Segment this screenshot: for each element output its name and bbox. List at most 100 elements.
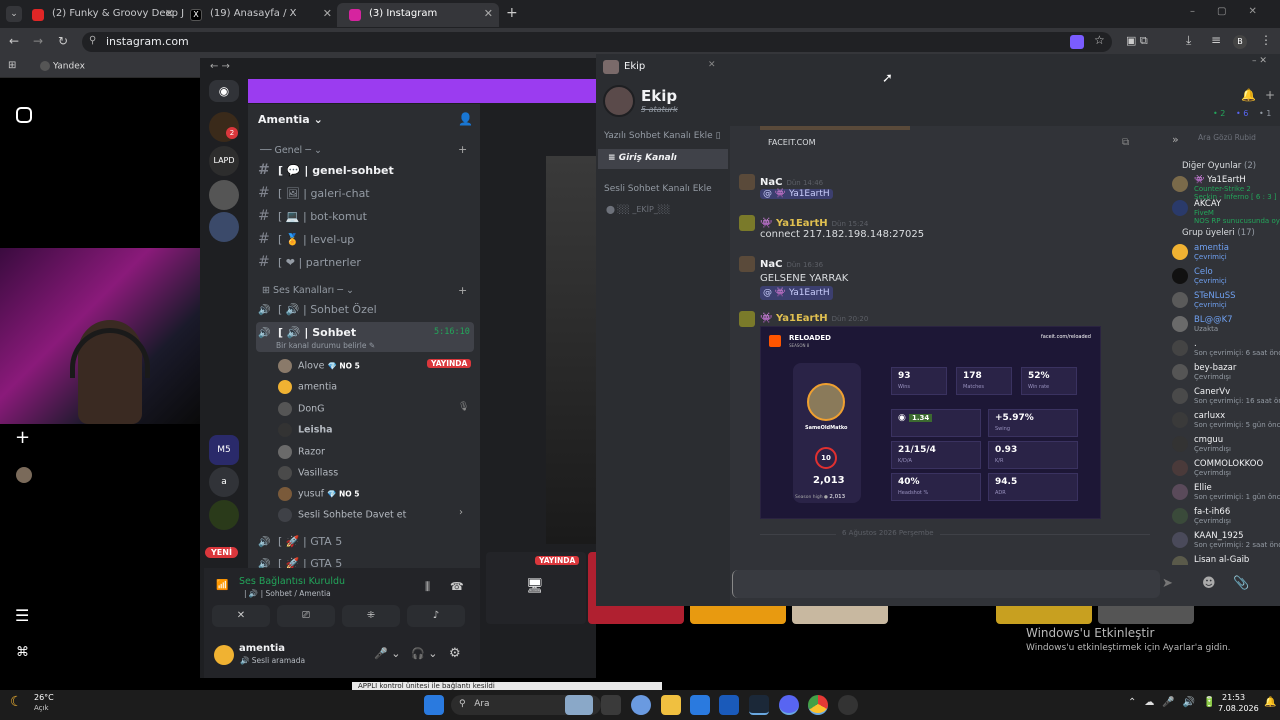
avatar[interactable] — [739, 174, 755, 190]
clock-date[interactable]: 7.08.2026 — [1218, 704, 1259, 713]
extension-icon[interactable] — [1070, 35, 1084, 49]
channel-level-up[interactable]: #[ 🏅 | level-up — [258, 231, 476, 251]
more-menu-icon[interactable]: ☰ — [15, 606, 29, 625]
member[interactable]: STeNLuSS Çevrimiçi — [1170, 291, 1280, 309]
server-m5[interactable]: M5 — [209, 435, 239, 465]
bell-icon[interactable]: 🔔 — [1241, 88, 1256, 102]
add-channel-icon[interactable]: + — [458, 143, 467, 156]
member[interactable]: Ellie Son çevrimiçi: 1 gün önce — [1170, 483, 1280, 501]
window-controls[interactable]: –▢✕ — [1190, 6, 1279, 17]
microphone-icon[interactable]: 🎤 ⌄ — [374, 647, 400, 660]
member[interactable]: amentia Çevrimiçi — [1170, 243, 1280, 261]
attach-icon[interactable]: 📎 — [1233, 576, 1249, 591]
avatar[interactable] — [739, 215, 755, 231]
channel-bot-komut[interactable]: #[ 💻 | bot-komut — [258, 208, 476, 228]
copy-icon[interactable]: ⧉ — [1122, 137, 1129, 148]
extensions-puzzle-icon[interactable]: ▣ ⧉ — [1126, 34, 1148, 48]
connection-status[interactable]: Ses Bağlantısı Kuruldu — [239, 576, 345, 587]
voice-channel-gta5[interactable]: 🔊[ 🚀 | GTA 5 — [258, 535, 476, 555]
bookmark-star-icon[interactable]: ☆ — [1094, 33, 1105, 47]
close-icon[interactable]: ✕ — [484, 7, 493, 20]
server-icon[interactable] — [209, 180, 239, 210]
weather-icon[interactable]: ☾ — [10, 694, 23, 710]
server-icon[interactable] — [209, 500, 239, 530]
chrome-icon[interactable] — [808, 695, 828, 715]
address-bar[interactable]: ⚲ instagram.com — [82, 32, 1112, 52]
add-voice-channel[interactable]: Sesli Sohbet Kanalı Ekle — [604, 184, 712, 194]
member-search-input[interactable]: Ara Gözü Rubid — [1198, 133, 1256, 142]
tab-instagram[interactable]: (3) Instagram ✕ — [337, 3, 499, 27]
category-voice[interactable]: ⊞ Ses Kanalları ─ ⌄ — [262, 285, 354, 296]
server-header[interactable]: Amentia ⌄ — [258, 113, 323, 126]
camera-off-button[interactable]: ✕ — [212, 605, 270, 627]
stream-preview[interactable] — [546, 156, 596, 544]
close-icon[interactable]: ✕ — [323, 7, 332, 20]
media-icon[interactable]: ≡ — [1211, 33, 1221, 47]
group-name[interactable]: Ekip — [641, 87, 677, 105]
send-icon[interactable]: ➤ — [1162, 576, 1173, 591]
create-plus-icon[interactable]: + — [15, 427, 30, 448]
member[interactable]: Celo Çevrimiçi — [1170, 267, 1280, 285]
user-avatar[interactable] — [214, 645, 234, 665]
new-tab-button[interactable]: + — [506, 5, 518, 21]
channel-giris-kanali[interactable]: ≡ Giriş Kanalı — [598, 149, 728, 169]
voice-user[interactable]: Leisha — [278, 423, 333, 437]
headphones-icon[interactable]: 🎧 ⌄ — [411, 647, 437, 660]
add-text-channel[interactable]: Yazılı Sohbet Kanalı Ekle ▯ — [604, 131, 721, 141]
message-author[interactable]: 👾 Ya1EartH — [760, 218, 828, 229]
search-highlight-icon[interactable] — [565, 695, 593, 715]
copilot-icon[interactable] — [631, 695, 651, 715]
channel-genel-sohbet[interactable]: #[ 💬 | genel-sohbet — [258, 162, 476, 182]
download-icon[interactable]: ⤓ — [1186, 33, 1191, 48]
voice-channel-sohbet-ozel[interactable]: 🔊[ 🔊 | Sohbet Özel — [258, 303, 476, 323]
member[interactable]: cmguu Çevrimdışı — [1170, 435, 1280, 453]
reload-icon[interactable]: ↻ — [58, 34, 68, 48]
start-windows-icon[interactable] — [424, 695, 444, 715]
faceit-stats-image[interactable]: RELOADED SEASON 8 faceit.com/reloaded Sa… — [760, 326, 1101, 519]
member[interactable]: bey-bazar Çevrimdışı — [1170, 363, 1280, 381]
close-icon[interactable]: ✕ — [708, 60, 716, 70]
discord-icon[interactable] — [779, 695, 799, 715]
member[interactable]: carluxx Son çevrimiçi: 5 gün önce — [1170, 411, 1280, 429]
user-name[interactable]: amentia — [239, 643, 285, 654]
member-gaming[interactable]: 👾 Ya1EartH Counter-Strike 2 Seçkin - Infer… — [1170, 175, 1280, 201]
store-icon[interactable] — [690, 695, 710, 715]
soundboard-button[interactable]: ♪ — [407, 605, 465, 627]
server-lapd[interactable]: LAPD — [209, 146, 239, 176]
channel-galeri-chat[interactable]: #[ 🖼 | galeri-chat — [258, 185, 476, 205]
user-mention[interactable]: @ 👾 Ya1EartH — [760, 286, 833, 300]
voice-user[interactable]: Vasillass — [278, 466, 338, 480]
voice-user[interactable]: Razor — [278, 445, 325, 459]
message-author[interactable]: 👾 Ya1EartH — [760, 313, 828, 324]
add-channel-icon[interactable]: + — [458, 284, 467, 297]
server-icon[interactable] — [209, 212, 239, 242]
user-mention[interactable]: @ 👾 Ya1EartH — [760, 189, 833, 199]
voice-user[interactable]: yusuf 💎 NO 5 — [278, 487, 359, 501]
member[interactable]: KAAN_1925 Son çevrimiçi: 2 saat önce — [1170, 531, 1280, 549]
voice-user[interactable]: DonG — [278, 402, 325, 416]
member[interactable]: . Son çevrimiçi: 6 saat önce — [1170, 339, 1280, 357]
weather-temp[interactable]: 26°C — [34, 693, 54, 702]
voice-user[interactable]: Alove 💎 NO 5 — [278, 359, 360, 373]
embed-link[interactable]: FACEIT.COM — [768, 138, 815, 147]
member-gaming[interactable]: AKCAYFiveMNOS RP sunucusunda oynuyor — [1170, 199, 1280, 225]
bookmark-yandex[interactable]: Yandex — [40, 61, 85, 72]
close-icon[interactable]: ✕ — [165, 7, 174, 20]
notifications-icon[interactable]: 🔔 — [1264, 697, 1276, 708]
add-member-icon[interactable]: 👤 — [458, 112, 473, 126]
member[interactable]: CanerVvSon çevrimiçi: 16 saat önce — [1170, 387, 1280, 405]
game-app-icon[interactable] — [838, 695, 858, 715]
profile-avatar[interactable]: B — [1233, 35, 1247, 49]
menu-dots-icon[interactable]: ⋮ — [1260, 33, 1272, 47]
member[interactable]: fa-t-ih66 Çevrimdışı — [1170, 507, 1280, 525]
system-tray[interactable]: ⌃☁🎤🔊🔋 — [1128, 697, 1224, 708]
site-info-icon[interactable]: ⚲ — [89, 35, 96, 46]
back-icon[interactable]: ← — [9, 34, 19, 48]
discord-home-icon[interactable]: ◉ — [209, 80, 239, 102]
avatar[interactable] — [739, 256, 755, 272]
group-avatar[interactable] — [603, 85, 635, 117]
message-input[interactable] — [732, 570, 1160, 598]
also-from-meta-icon[interactable]: ⌘ — [16, 645, 29, 660]
disconnect-icon[interactable]: ☎ — [450, 580, 464, 593]
voice-user[interactable]: amentia — [278, 380, 337, 394]
